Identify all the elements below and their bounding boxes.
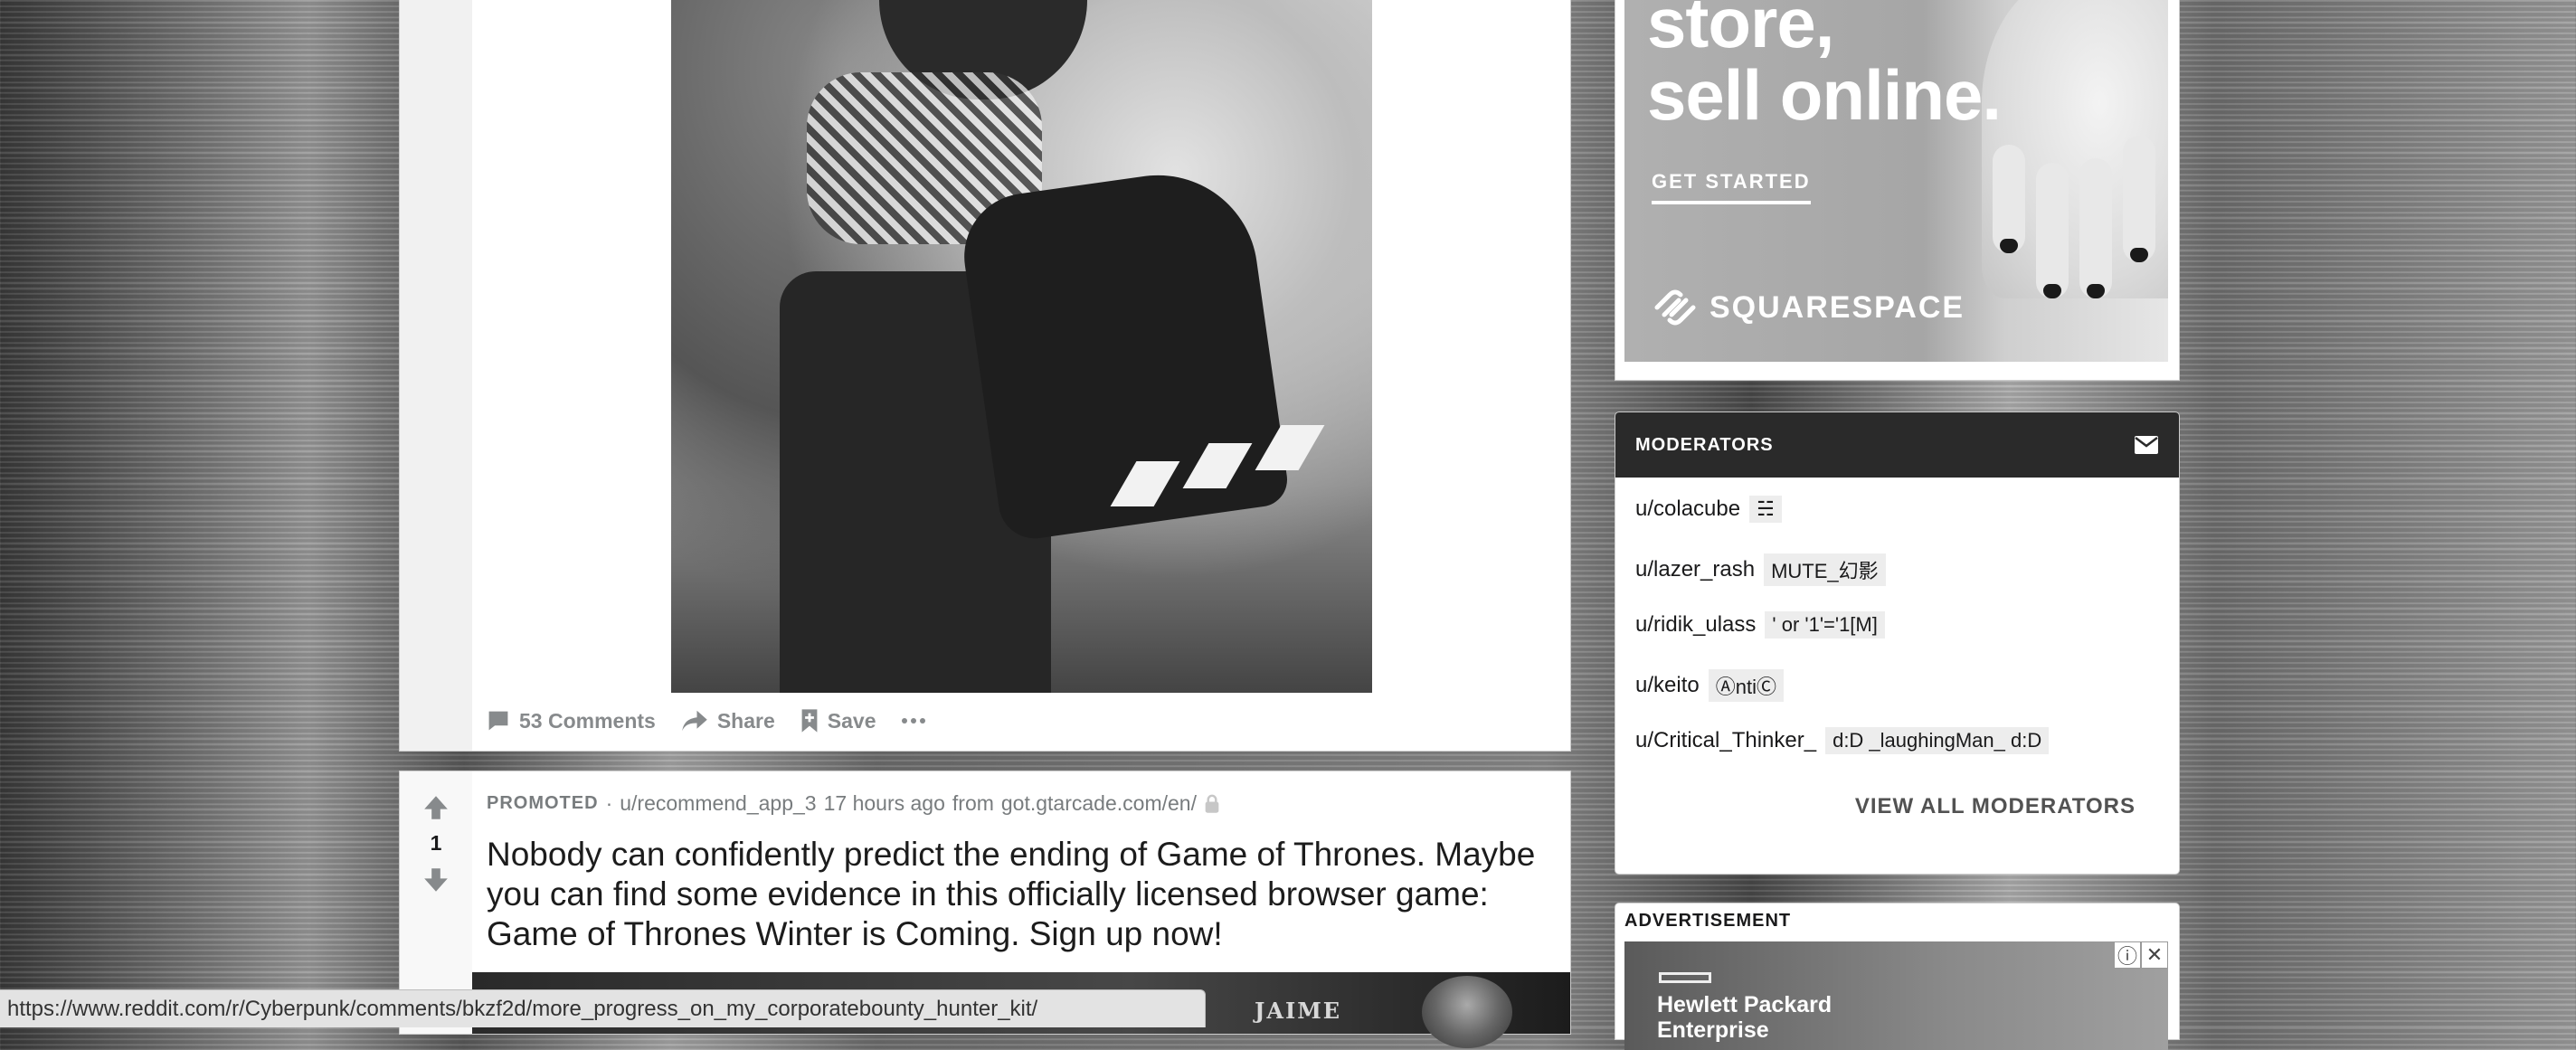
comment-icon (488, 711, 508, 731)
more-options-button[interactable] (901, 717, 926, 724)
hpe-logo-bar (1659, 972, 1711, 983)
thumbnail-face (1422, 976, 1512, 1048)
vote-count: 1 (430, 831, 442, 855)
ad-finger (2123, 136, 2155, 262)
moderators-title: MODERATORS (1635, 434, 1774, 455)
moderator-flair: MUTE_幻影 (1764, 553, 1886, 586)
hpe-brand-line2: Enterprise (1657, 1017, 1769, 1043)
ad-finger (2079, 158, 2112, 298)
ad-creative[interactable]: store, sell online. GET STARTED SQUARESP… (1624, 0, 2168, 362)
domain-link[interactable]: got.gtarcade.com/en/ (1001, 791, 1197, 816)
bookmark-icon (801, 709, 818, 733)
moderator-username[interactable]: u/lazer_rash (1635, 557, 1755, 582)
ad-headline-line2: sell online. (1647, 55, 2002, 135)
save-button[interactable]: Save (800, 708, 876, 733)
moderator-flair: ⒶntiⒸ (1708, 669, 1784, 702)
ad-headline-line1: store, (1647, 0, 1834, 62)
moderator-username[interactable]: u/colacube (1635, 497, 1740, 522)
ad-headline: store, sell online. (1647, 0, 2002, 135)
post-image[interactable] (671, 0, 1372, 693)
share-label: Share (716, 708, 775, 733)
ad-brand-logo: SQUARESPACE (1652, 288, 1965, 327)
hpe-brand-line1: Hewlett Packard (1657, 992, 1833, 1017)
ad-info-icon[interactable]: ⓘ (2114, 941, 2141, 969)
moderators-header: MODERATORS (1615, 412, 2179, 478)
comments-button[interactable]: 53 Comments (487, 709, 656, 733)
moderator-flair: ☵ (1749, 496, 1782, 523)
advertisement-label: ADVERTISEMENT (1624, 911, 1792, 931)
moderator-row[interactable]: u/keito ⒶntiⒸ (1635, 669, 1784, 702)
view-all-moderators-link[interactable]: VIEW ALL MODERATORS (1855, 794, 2136, 819)
moderator-row[interactable]: u/colacube ☵ (1635, 496, 1782, 523)
thumbnail-text: JAIME (1255, 998, 1342, 1024)
promoted-label: PROMOTED (487, 793, 599, 813)
share-icon (682, 710, 707, 732)
upvote-icon[interactable] (421, 793, 450, 822)
moderator-username[interactable]: u/ridik_ulass (1635, 612, 1756, 638)
lock-icon (1205, 794, 1219, 813)
post-action-bar: 53 Comments Share Save (487, 707, 926, 734)
hpe-brand-text: Hewlett Packard Enterprise (1657, 992, 1832, 1043)
moderator-row[interactable]: u/Critical_Thinker_ d:D _laughingMan_ d:… (1635, 727, 2050, 754)
advertisement-widget: ADVERTISEMENT Hewlett Packard Enterprise… (1615, 903, 2180, 1050)
ad-nail (2130, 248, 2148, 262)
squarespace-logo-icon (1654, 289, 1696, 326)
from-label: from (952, 791, 994, 815)
ad-hand-image (1982, 0, 2168, 298)
share-button[interactable]: Share (681, 709, 775, 733)
ad-choices: ⓘ ✕ (2114, 941, 2168, 969)
moderators-widget: MODERATORS u/colacube ☵ u/lazer_rash MUT… (1615, 411, 2180, 875)
squarespace-ad[interactable]: store, sell online. GET STARTED SQUARESP… (1615, 0, 2180, 381)
moderator-row[interactable]: u/ridik_ulass ' or '1'='1[M] (1635, 611, 1885, 639)
message-mods-icon[interactable] (2134, 435, 2159, 455)
comments-label: 53 Comments (519, 708, 656, 733)
author-link[interactable]: u/recommend_app_3 (620, 791, 816, 816)
meta-separator: · (605, 791, 613, 815)
ad-finger (1993, 145, 2025, 253)
ad-close-icon[interactable]: ✕ (2141, 941, 2168, 969)
moderator-flair: d:D _laughingMan_ d:D (1825, 727, 2050, 754)
ad-finger (2036, 163, 2069, 298)
save-label: Save (827, 708, 876, 733)
vote-rail (400, 0, 472, 751)
moderator-row[interactable]: u/lazer_rash MUTE_幻影 (1635, 553, 1886, 586)
post-meta: PROMOTED · u/recommend_app_3 17 hours ag… (487, 791, 1220, 816)
ad-brand-text: SQUARESPACE (1709, 289, 1965, 325)
moderator-username[interactable]: u/Critical_Thinker_ (1635, 728, 1816, 753)
post-card: 53 Comments Share Save (399, 0, 1571, 752)
downvote-icon[interactable] (421, 866, 450, 894)
post-title[interactable]: Nobody can confidently predict the endin… (487, 835, 1554, 954)
hpe-ad-creative[interactable]: Hewlett Packard Enterprise ⓘ ✕ (1624, 941, 2168, 1050)
post-time: 17 hours ago (823, 791, 945, 815)
ad-nail (2043, 284, 2061, 298)
ad-nail (2000, 239, 2018, 253)
moderator-flair: ' or '1'='1[M] (1765, 611, 1885, 639)
moderator-username[interactable]: u/keito (1635, 673, 1700, 698)
ad-cta-button[interactable]: GET STARTED (1652, 170, 1811, 204)
ad-nail (2087, 284, 2105, 298)
link-status-bar: https://www.reddit.com/r/Cyberpunk/comme… (0, 989, 1206, 1027)
more-icon (902, 718, 926, 724)
